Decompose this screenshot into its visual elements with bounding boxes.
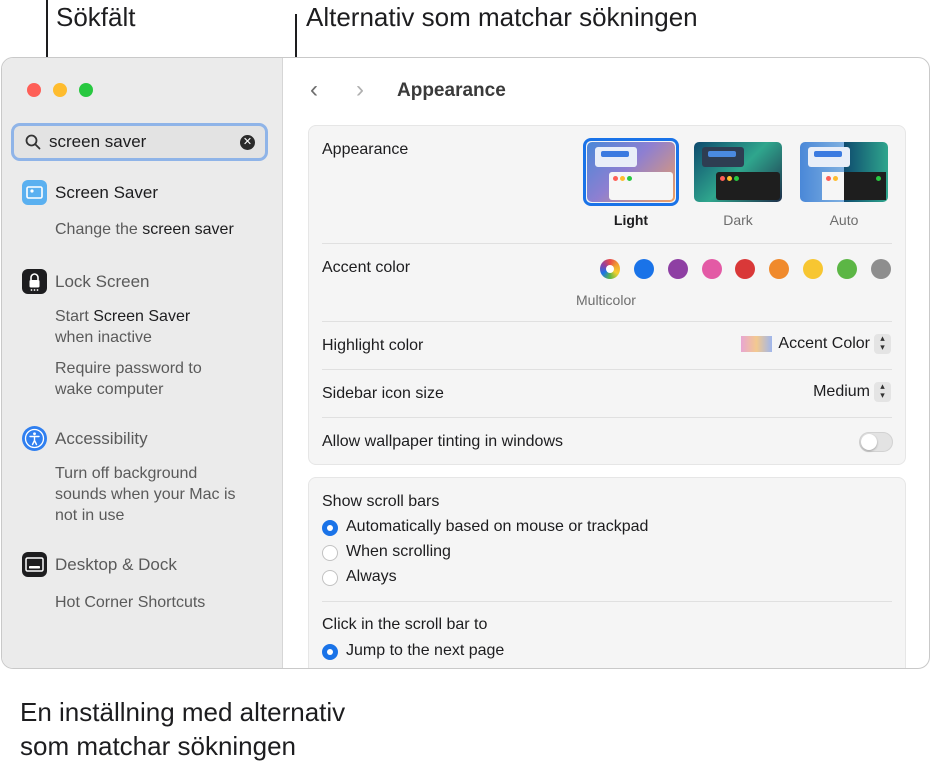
appearance-label: Appearance [322, 141, 409, 158]
search-result-hot-corners[interactable]: Hot Corner Shortcuts [55, 592, 205, 613]
sidebar-icon-size-popup[interactable]: Medium ▴ ▾ [813, 382, 891, 402]
appearance-option-dark-label: Dark [723, 212, 753, 228]
show-scroll-bars-label: Show scroll bars [322, 493, 440, 510]
callout-matching-options: Alternativ som matchar sökningen [306, 2, 698, 32]
sidebar-item-label: Screen Saver [55, 183, 158, 202]
scroll-bars-radio-always[interactable] [322, 570, 338, 586]
sidebar-item-label: Desktop & Dock [55, 555, 177, 574]
result-text: Turn off background [55, 465, 198, 482]
popup-chevrons-icon: ▴ ▾ [874, 382, 891, 402]
light-theme-preview [587, 142, 675, 202]
sidebar-item-label: Accessibility [55, 429, 148, 448]
divider [322, 369, 892, 370]
click-scroll-option-next-page: Jump to the next page [346, 642, 505, 659]
accent-swatch-green[interactable] [837, 259, 857, 279]
highlight-color-label: Highlight color [322, 337, 424, 354]
appearance-option-light-label: Light [613, 212, 649, 228]
settings-window: screen saver ✕ Screen Saver Change the s… [1, 57, 930, 669]
forward-chevron-icon[interactable]: › [356, 76, 364, 104]
accent-swatch-yellow[interactable] [803, 259, 823, 279]
divider [322, 417, 892, 418]
minimize-window-button[interactable] [53, 83, 67, 97]
highlight-color-swatch [741, 336, 773, 352]
desktop-dock-icon [22, 552, 47, 577]
close-window-button[interactable] [27, 83, 41, 97]
appearance-group: Appearance Light Dark Auto Accent color … [308, 125, 906, 465]
search-result-background-sounds[interactable]: Turn off background sounds when your Mac… [55, 463, 236, 526]
highlight-color-value: Accent Color [778, 335, 870, 352]
result-text: not in use [55, 507, 125, 524]
sidebar: screen saver ✕ Screen Saver Change the s… [2, 58, 283, 668]
search-result-start-screen-saver[interactable]: Start Screen Saver when inactive [55, 306, 190, 348]
result-text: wake computer [55, 381, 164, 398]
accent-swatch-pink[interactable] [702, 259, 722, 279]
wallpaper-tinting-toggle[interactable] [859, 432, 893, 452]
scroll-bars-option-when-scrolling: When scrolling [346, 543, 451, 560]
scroll-bars-option-automatic: Automatically based on mouse or trackpad [346, 518, 649, 535]
screen-saver-icon [22, 180, 47, 205]
accent-color-label: Accent color [322, 259, 411, 276]
back-chevron-icon[interactable]: ‹ [310, 76, 318, 104]
search-result-require-password[interactable]: Require password to wake computer [55, 358, 202, 400]
result-match-text: screen saver [142, 221, 234, 238]
search-result-change-screen-saver[interactable]: Change the screen saver [55, 219, 234, 240]
appearance-option-auto-label: Auto [829, 212, 859, 228]
divider [322, 601, 892, 602]
divider [322, 243, 892, 244]
lock-icon [22, 269, 47, 294]
accent-swatch-graphite[interactable] [871, 259, 891, 279]
accent-caption: Multicolor [576, 292, 636, 308]
accent-swatch-blue[interactable] [634, 259, 654, 279]
callout-setting-line2: som matchar sökningen [20, 731, 297, 761]
search-icon [25, 134, 41, 150]
result-match-text: Screen Saver [93, 308, 191, 325]
result-text: when inactive [55, 329, 152, 346]
callout-setting-line1: En inställning med alternativ [20, 697, 346, 727]
dark-theme-preview[interactable] [694, 142, 782, 202]
wallpaper-tinting-label: Allow wallpaper tinting in windows [322, 433, 564, 450]
zoom-window-button[interactable] [79, 83, 93, 97]
result-text: Change the [55, 221, 143, 238]
scroll-bars-radio-when-scrolling[interactable] [322, 545, 338, 561]
search-field[interactable]: screen saver ✕ [11, 123, 268, 161]
clear-search-icon[interactable]: ✕ [240, 135, 255, 150]
toggle-knob [861, 434, 877, 450]
accent-swatch-purple[interactable] [668, 259, 688, 279]
callout-search-field: Sökfält [56, 2, 136, 32]
page-title: Appearance [397, 80, 506, 101]
scroll-bars-group: Show scroll bars Automatically based on … [308, 477, 906, 668]
auto-theme-preview[interactable] [800, 142, 888, 202]
result-text: Start [55, 308, 94, 325]
accent-swatch-orange[interactable] [769, 259, 789, 279]
sidebar-icon-size-value: Medium [813, 383, 870, 400]
result-text: Hot Corner Shortcuts [55, 594, 206, 611]
sidebar-icon-size-label: Sidebar icon size [322, 385, 444, 402]
click-scroll-radio-next-page[interactable] [322, 644, 338, 660]
accent-swatch-multicolor[interactable] [600, 259, 620, 279]
highlight-color-popup[interactable]: Accent Color ▴ ▾ [741, 334, 891, 354]
result-text: Require password to [55, 360, 202, 377]
scroll-bars-radio-automatic[interactable] [322, 520, 338, 536]
search-input[interactable]: screen saver [49, 132, 146, 152]
accessibility-icon [22, 426, 47, 451]
result-text: sounds when your Mac is [55, 486, 236, 503]
popup-chevrons-icon: ▴ ▾ [874, 334, 891, 354]
divider [322, 321, 892, 322]
sidebar-item-label: Lock Screen [55, 272, 150, 291]
accent-swatch-red[interactable] [735, 259, 755, 279]
click-scroll-bar-label: Click in the scroll bar to [322, 616, 488, 633]
scroll-bars-option-always: Always [346, 568, 397, 585]
